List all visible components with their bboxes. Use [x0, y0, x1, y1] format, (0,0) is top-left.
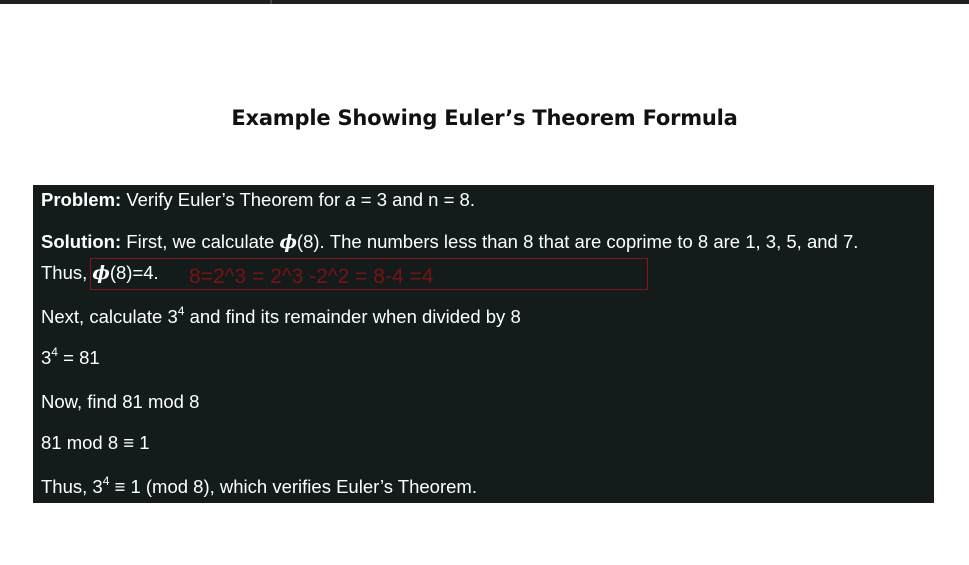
power-base: 3	[41, 347, 52, 368]
problem-line: Problem: Verify Euler’s Theorem for a = …	[41, 189, 475, 211]
example-panel: Problem: Verify Euler’s Theorem for a = …	[33, 185, 934, 503]
solution-text-pre: First, we calculate	[121, 231, 280, 252]
problem-text-pre: Verify Euler’s Theorem for	[121, 189, 346, 210]
conclusion-pre: Thus, 3	[41, 476, 103, 497]
power-line: 34 = 81	[41, 345, 100, 369]
problem-label: Problem:	[41, 189, 122, 210]
next-step-post: and find its remainder when divided by 8	[184, 306, 521, 327]
solution-label: Solution:	[41, 231, 122, 252]
conclusion-line: Thus, 34 ≡ 1 (mod 8), which verifies Eul…	[41, 475, 477, 498]
problem-text-post: = 3 and n = 8.	[355, 189, 475, 210]
power-result: = 81	[57, 347, 100, 368]
solution-text-post: (8). The numbers less than 8 that are co…	[296, 231, 859, 252]
next-step-line: Next, calculate 34 and find its remainde…	[41, 305, 521, 328]
problem-variable: a	[345, 189, 356, 210]
conclusion-post: ≡ 1 (mod 8), which verifies Euler’s Theo…	[109, 476, 477, 497]
thus-phi-pre: Thus,	[41, 262, 93, 283]
top-divider-notch	[270, 0, 272, 4]
power-exponent: 4	[51, 345, 58, 359]
mod-line: 81 mod 8 ≡ 1	[41, 432, 150, 453]
phi-symbol: ϕ	[279, 232, 297, 253]
annotation-text: 8=2^3 = 2^3 -2^2 = 8-4 =4	[189, 265, 434, 288]
page-title: Example Showing Euler’s Theorem Formula	[231, 106, 738, 130]
top-divider-bar	[0, 0, 969, 4]
now-line: Now, find 81 mod 8	[41, 391, 200, 412]
next-step-pre: Next, calculate 3	[41, 306, 178, 327]
solution-line: Solution: First, we calculate ϕ(8). The …	[41, 231, 858, 254]
